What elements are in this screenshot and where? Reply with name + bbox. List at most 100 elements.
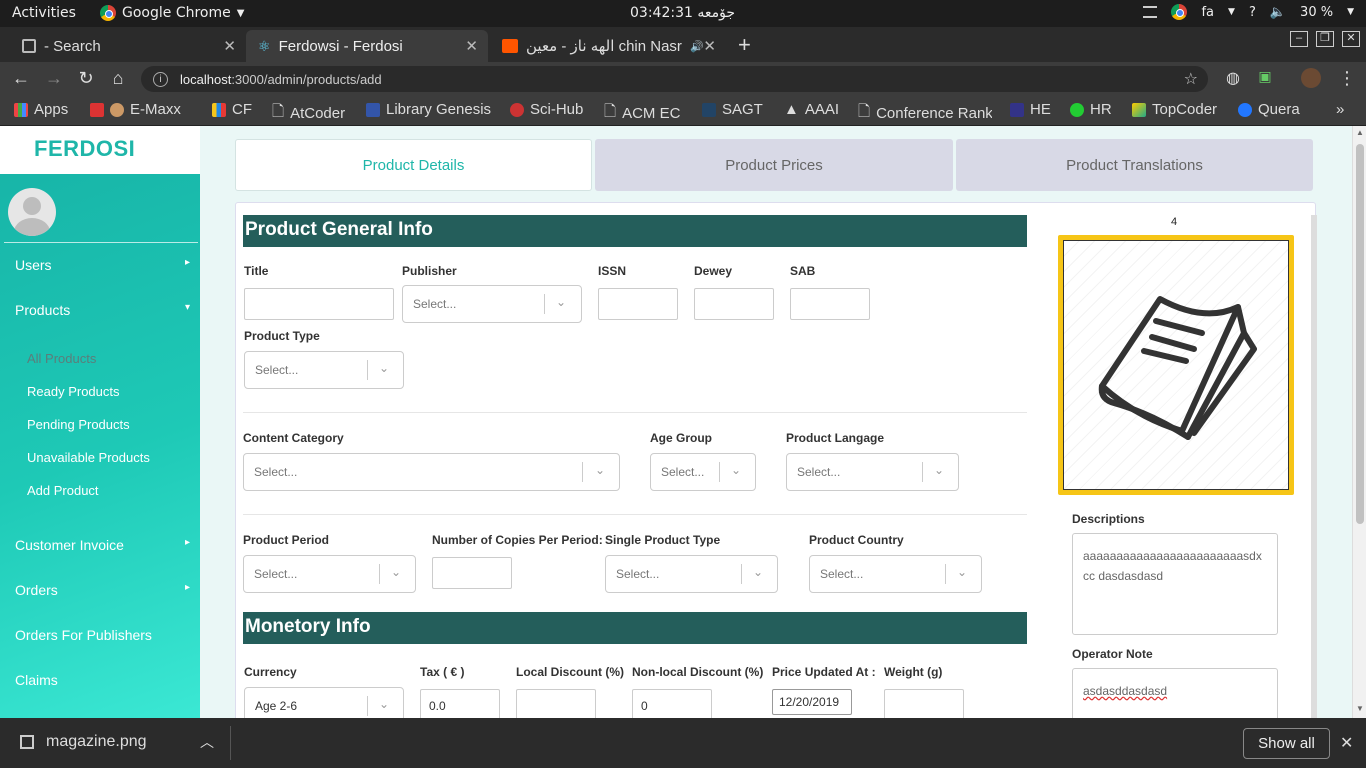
clock[interactable]: 03:42:31 جۆمعه [630, 5, 735, 21]
volume-icon[interactable]: 🔈 [1270, 5, 1286, 20]
bookmark-topcoder[interactable]: TopCoder [1132, 101, 1217, 118]
maximize-button[interactable]: ❐ [1316, 31, 1334, 47]
bookmark-apps[interactable]: Apps [14, 101, 68, 118]
content-category-select[interactable]: Select... ⌄ [243, 453, 620, 491]
tab-product-details[interactable]: Product Details [235, 139, 592, 191]
menu-icon[interactable]: ⋮ [1336, 68, 1358, 89]
star-icon[interactable]: ☆ [1184, 69, 1198, 89]
sidebar-item-products[interactable]: Products ▾ [15, 302, 190, 318]
tab-ferdowsi[interactable]: ⚛ Ferdowsi - Ferdosi ✕ [246, 30, 488, 62]
address-bar[interactable]: i localhost :3000/admin/products/add ☆ [141, 66, 1208, 92]
avatar[interactable] [8, 188, 56, 236]
sidebar-item-users[interactable]: Users ▸ [15, 257, 190, 273]
forward-icon[interactable]: → [43, 68, 65, 89]
minimize-button[interactable]: – [1290, 31, 1308, 47]
hackerrank-icon [1070, 102, 1084, 117]
sidebar-sub-add-product[interactable]: Add Product [27, 483, 99, 498]
app-menu[interactable]: Google Chrome ▼ [100, 5, 244, 21]
page-scrollbar[interactable]: ▲ ▼ [1352, 126, 1366, 718]
back-icon[interactable]: ← [10, 68, 32, 89]
bookmark-libgen[interactable]: Library Genesis [366, 101, 491, 118]
product-period-select[interactable]: Select... ⌄ [243, 555, 416, 593]
audio-icon[interactable]: 🔊 [690, 40, 704, 53]
sidebar-item-orders-for-publishers[interactable]: Orders For Publishers [15, 627, 152, 643]
card-scrollbar[interactable] [1311, 215, 1317, 718]
bookmark-sagt[interactable]: SAGT [702, 101, 763, 118]
gmail-icon [90, 102, 104, 117]
sidebar-sub-ready-products[interactable]: Ready Products [27, 384, 120, 399]
system-tray[interactable]: fa ▼ ? 🔈 30 % ▼ [1143, 4, 1354, 20]
sidebar-sub-pending-products[interactable]: Pending Products [27, 417, 130, 432]
bookmark-atcoder[interactable]: 🗋 AtCoder [272, 101, 345, 126]
tab-music[interactable]: الهه ناز - معین chin Nasr 🔊 ✕ [490, 30, 726, 62]
sidebar-sub-all-products[interactable]: All Products [27, 351, 96, 366]
chevron-up-icon[interactable]: ︿ [200, 732, 214, 752]
scroll-up-icon[interactable]: ▲ [1356, 128, 1364, 137]
local-discount-input[interactable] [516, 689, 596, 718]
info-icon[interactable]: i [153, 71, 168, 87]
bookmark-emaxx[interactable]: E-Maxx [90, 101, 181, 118]
chrome-tray-icon[interactable] [1171, 4, 1188, 20]
publisher-select[interactable]: Select... ⌄ [402, 285, 582, 323]
operator-note-textarea[interactable]: asdasddasdasd [1072, 668, 1278, 718]
price-updated-input[interactable]: 12/20/2019 [772, 689, 852, 715]
copies-per-period-input[interactable] [432, 557, 512, 589]
sidebar-item-claims[interactable]: Claims [15, 672, 58, 688]
bookmark-conference-rank[interactable]: 🗋 Conference Rank [858, 101, 992, 126]
product-image-frame[interactable] [1058, 235, 1294, 495]
title-input[interactable] [244, 288, 394, 320]
activities-button[interactable]: Activities [12, 5, 76, 21]
bookmark-aaai[interactable]: ▲ AAAI [784, 101, 839, 118]
age-group-select[interactable]: Select... ⌄ [650, 453, 756, 491]
home-icon[interactable]: ⌂ [107, 68, 129, 89]
tax-input[interactable]: 0.0 [420, 689, 500, 718]
tab-product-prices[interactable]: Product Prices [595, 139, 953, 191]
product-language-select[interactable]: Select... ⌄ [786, 453, 959, 491]
extension-icon[interactable]: ▣ [1254, 68, 1276, 85]
close-window-button[interactable]: ✕ [1342, 31, 1360, 47]
logo[interactable]: FERDOSI [0, 126, 200, 174]
descriptions-textarea[interactable]: aaaaaaaaaaaaaaaaaaaaaaaasdxcc dasdasdasd [1072, 533, 1278, 635]
notes-icon[interactable] [1143, 6, 1158, 18]
bookmark-quera[interactable]: Quera [1238, 101, 1300, 118]
battery-indicator[interactable]: 30 % [1300, 5, 1333, 20]
sidebar-item-customer-invoice[interactable]: Customer Invoice ▸ [15, 537, 190, 553]
sab-input[interactable] [790, 288, 870, 320]
chevron-down-icon: ⌄ [753, 565, 764, 579]
globe-icon[interactable]: ◍ [1222, 68, 1244, 88]
new-tab-button[interactable]: + [738, 32, 751, 58]
profile-avatar[interactable] [1300, 68, 1322, 93]
nonlocal-discount-input[interactable]: 0 [632, 689, 712, 718]
scroll-down-icon[interactable]: ▼ [1356, 704, 1364, 713]
language-indicator[interactable]: fa [1201, 5, 1214, 20]
sidebar-item-orders[interactable]: Orders ▸ [15, 582, 190, 598]
more-bookmarks-icon[interactable]: » [1336, 101, 1344, 118]
sidebar-sub-unavailable-products[interactable]: Unavailable Products [27, 450, 150, 465]
product-type-select[interactable]: Select... ⌄ [244, 351, 404, 389]
tab-title: - Search [44, 37, 101, 55]
reload-icon[interactable]: ↻ [75, 68, 97, 89]
weight-input[interactable] [884, 689, 964, 718]
download-item[interactable]: magazine.png [20, 733, 147, 751]
dewey-input[interactable] [694, 288, 774, 320]
close-icon[interactable]: ✕ [703, 37, 716, 55]
single-product-type-select[interactable]: Select... ⌄ [605, 555, 778, 593]
show-all-button[interactable]: Show all [1243, 728, 1330, 759]
bookmark-cf[interactable]: CF [212, 101, 252, 118]
page-icon [22, 39, 36, 53]
bookmark-scihub[interactable]: Sci-Hub [510, 101, 583, 118]
close-icon[interactable]: ✕ [465, 37, 478, 55]
product-country-select[interactable]: Select... ⌄ [809, 555, 982, 593]
currency-select[interactable]: Age 2-6 ⌄ [244, 687, 404, 718]
bookmark-hr[interactable]: HR [1070, 101, 1112, 118]
close-icon[interactable]: ✕ [1340, 733, 1353, 753]
tab-product-translations[interactable]: Product Translations [956, 139, 1313, 191]
tab-search[interactable]: - Search ✕ [10, 30, 246, 62]
weight-label: Weight (g) [884, 665, 943, 679]
issn-input[interactable] [598, 288, 678, 320]
bookmark-acmec[interactable]: 🗋 ACM EC [604, 101, 680, 126]
help-icon[interactable]: ? [1249, 5, 1256, 20]
bookmark-he[interactable]: HE [1010, 101, 1051, 118]
scrollbar-thumb[interactable] [1356, 144, 1364, 524]
close-icon[interactable]: ✕ [223, 37, 236, 55]
